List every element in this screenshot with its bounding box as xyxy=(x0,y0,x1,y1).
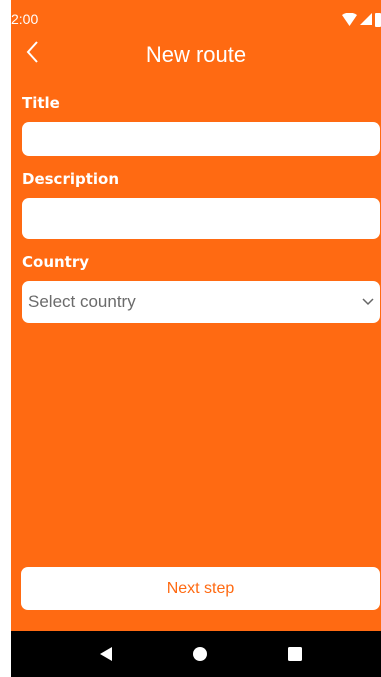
back-triangle-icon[interactable] xyxy=(99,647,113,661)
recents-square-icon[interactable] xyxy=(288,647,302,661)
wifi-icon xyxy=(342,12,357,26)
status-bar: 2:00 xyxy=(11,0,381,30)
status-time: 2:00 xyxy=(11,11,39,27)
chevron-down-icon xyxy=(362,298,374,306)
signal-icon xyxy=(360,13,372,25)
status-icons xyxy=(342,11,381,27)
description-input[interactable] xyxy=(22,198,380,239)
title-input[interactable] xyxy=(22,122,380,156)
country-placeholder: Select country xyxy=(28,292,136,311)
next-step-button[interactable]: Next step xyxy=(21,567,380,610)
battery-icon xyxy=(375,12,381,27)
country-label: Country xyxy=(22,253,90,271)
system-nav-bar xyxy=(11,631,381,677)
description-label: Description xyxy=(22,170,120,188)
page-title: New route xyxy=(145,42,247,67)
home-circle-icon[interactable] xyxy=(193,647,207,661)
app-bar: New route xyxy=(11,30,381,82)
country-select[interactable]: Select country xyxy=(22,281,380,323)
app-screen: 2:00 New route Title Description Country… xyxy=(11,0,381,677)
title-label: Title xyxy=(22,94,60,112)
